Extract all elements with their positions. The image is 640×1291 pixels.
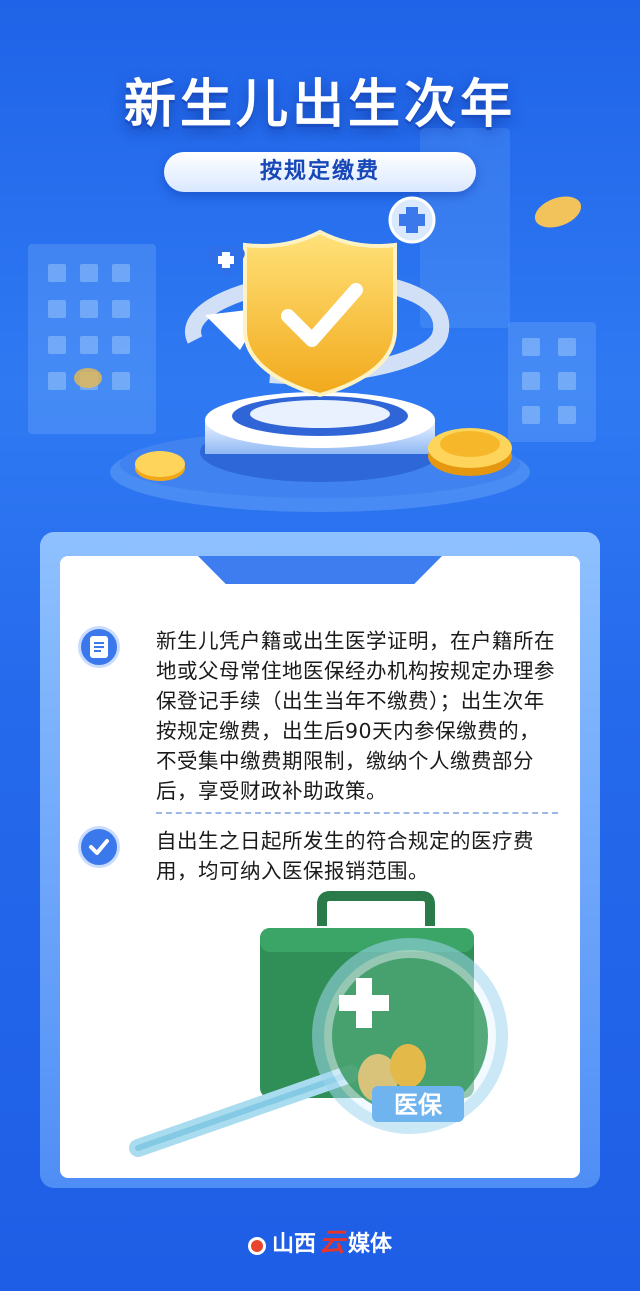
page-subtitle: 按规定缴费 (164, 152, 476, 192)
list-item: 新生儿凭户籍或出生医学证明，在户籍所在地或父母常住地医保经办机构按规定办理参保登… (78, 626, 558, 806)
magnifier-label: 医保 (394, 1091, 443, 1119)
brand-text-cloud: 云 (318, 1228, 345, 1258)
medical-kit-illustration: 医保 (129, 891, 508, 1157)
brand-text-left: 山西 (271, 1231, 316, 1257)
page-title: 新生儿出生次年 (123, 75, 516, 135)
content-card: 新生儿凭户籍或出生医学证明，在户籍所在地或父母常住地医保经办机构按规定办理参保登… (60, 556, 580, 1178)
card-tab-decoration (196, 556, 444, 584)
brand-text-right: 媒体 (348, 1231, 393, 1257)
item-text: 自出生之日起所发生的符合规定的医疗费用，均可纳入医保报销范围。 (156, 829, 534, 883)
check-icon (78, 826, 120, 868)
item-text: 新生儿凭户籍或出生医学证明，在户籍所在地或父母常住地医保经办机构按规定办理参保登… (156, 629, 555, 803)
brand-logo: 山西云媒体 (0, 1222, 640, 1259)
shield-illustration (74, 196, 582, 512)
brand-mark-icon (247, 1237, 266, 1255)
document-icon (78, 626, 120, 668)
dashed-divider (156, 812, 558, 814)
